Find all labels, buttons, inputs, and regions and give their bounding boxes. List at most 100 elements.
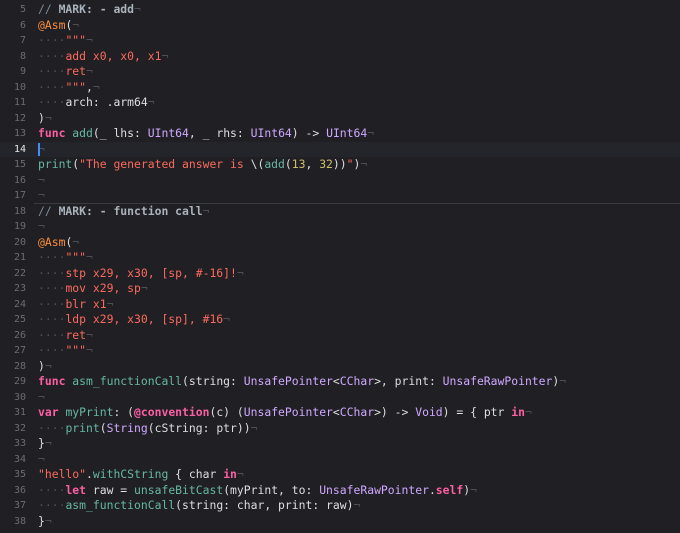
code-token: (_ lhs: bbox=[92, 126, 148, 140]
code-line-20[interactable]: 20 @Asm(¬ bbox=[0, 235, 680, 251]
code-line-15[interactable]: 15 print("The generated answer is \(add(1… bbox=[0, 157, 680, 173]
invisible-char: ···· bbox=[38, 79, 66, 94]
line-number: 14 bbox=[13, 143, 26, 155]
code-line-36[interactable]: 36 ····let raw = unsafeBitCast(myPrint, t… bbox=[0, 483, 680, 499]
code-line-26[interactable]: 26 ····ret¬ bbox=[0, 328, 680, 344]
number-literal: 13 bbox=[291, 157, 306, 171]
invisible-char: ···· bbox=[38, 482, 66, 497]
invisible-char: ¬ bbox=[147, 95, 155, 109]
code-line-35[interactable]: 35 "hello".withCString { char in¬ bbox=[0, 467, 680, 483]
code-line-7[interactable]: 7 ····"""¬ bbox=[0, 33, 680, 49]
mark-separator bbox=[34, 203, 680, 204]
code-token: ( bbox=[99, 420, 107, 435]
code-text: print("The generated answer is \(add(13,… bbox=[38, 157, 367, 173]
line-number: 5 bbox=[19, 4, 26, 15]
code-line-11[interactable]: 11 ····arch: .arm64¬ bbox=[0, 95, 680, 111]
mark-token: MARK: - function call bbox=[58, 203, 203, 218]
line-number: 29 bbox=[13, 376, 26, 387]
code-line-29[interactable]: 29 func asm_functionCall(string: UnsafePo… bbox=[0, 374, 680, 390]
code-line-9[interactable]: 9 ····ret¬ bbox=[0, 64, 680, 80]
line-number: 10 bbox=[13, 81, 26, 93]
invisible-char: ¬ bbox=[353, 498, 361, 512]
code-line-30[interactable]: 30 ¬ bbox=[0, 390, 680, 406]
type-token: CChar bbox=[339, 374, 375, 388]
invisible-char: ¬ bbox=[360, 157, 368, 171]
code-line-14[interactable]: 14 ¬ bbox=[0, 141, 680, 157]
identifier-token: print bbox=[38, 157, 73, 171]
code-line-32[interactable]: 32 ····print(String(cString: ptr))¬ bbox=[0, 421, 680, 437]
invisible-char: ¬ bbox=[86, 250, 93, 264]
comment-token: // bbox=[38, 2, 59, 16]
code-text: ····ldp x29, x30, [sp], #16¬ bbox=[38, 312, 230, 328]
line-number: 15 bbox=[13, 159, 26, 170]
code-line-5[interactable]: 5 // MARK: - add¬ bbox=[0, 2, 680, 18]
code-line-28[interactable]: 28)¬ bbox=[0, 359, 680, 375]
invisible-char: ¬ bbox=[86, 343, 93, 357]
invisible-char: ¬ bbox=[140, 281, 148, 295]
code-token: , bbox=[86, 79, 93, 94]
code-line-24[interactable]: 24 ····blr x1¬ bbox=[0, 297, 680, 313]
code-line-13[interactable]: 13 func add(_ lhs: UInt64, _ rhs: UInt64)… bbox=[0, 126, 680, 142]
invisible-char: ···· bbox=[38, 64, 66, 78]
invisible-char: ¬ bbox=[38, 389, 45, 404]
invisible-char: ¬ bbox=[38, 172, 45, 187]
code-line-18[interactable]: 18 // MARK: - function call¬ bbox=[0, 204, 680, 220]
code-token: )) bbox=[332, 157, 347, 171]
line-number: 26 bbox=[13, 329, 26, 341]
type-token: CChar bbox=[339, 405, 375, 419]
type-token: String bbox=[106, 420, 148, 435]
code-editor[interactable]: 5// MARK: - add¬ 6 @Asm(¬ 7 ····"""¬ 8 ····add… bbox=[0, 0, 680, 533]
invisible-char: ¬ bbox=[44, 436, 52, 450]
invisible-char: ¬ bbox=[134, 2, 141, 16]
code-token: raw = bbox=[86, 482, 135, 497]
line-number: 36 bbox=[13, 484, 26, 496]
invisible-char: ¬ bbox=[44, 513, 52, 528]
code-line-8[interactable]: 8 ····add x0, x0, x1¬ bbox=[0, 49, 680, 65]
code-line-12[interactable]: 12)¬ bbox=[0, 111, 680, 127]
code-text: }¬ bbox=[38, 514, 52, 530]
keyword-token: in bbox=[223, 467, 237, 481]
code-token: ) -> bbox=[291, 126, 327, 140]
code-text: ····"""¬ bbox=[38, 250, 93, 266]
code-token: (string: char, print: raw) bbox=[175, 498, 354, 512]
code-line-33[interactable]: 33}¬ bbox=[0, 436, 680, 452]
invisible-char: ···· bbox=[38, 265, 66, 280]
string-literal: ret bbox=[65, 64, 87, 78]
string-literal: blr x1 bbox=[65, 296, 107, 311]
code-line-23[interactable]: 23 ····mov x29, sp¬ bbox=[0, 281, 680, 297]
code-line-17[interactable]: 17 ¬ bbox=[0, 188, 680, 204]
code-text: ····arch: .arm64¬ bbox=[38, 95, 155, 111]
invisible-char: ¬ bbox=[92, 79, 100, 94]
code-line-10[interactable]: 10 ····""",¬ bbox=[0, 80, 680, 96]
invisible-char: ¬ bbox=[86, 64, 93, 78]
code-line-37[interactable]: 37 ····asm_functionCall(string: char, pri… bbox=[0, 498, 680, 514]
line-number: 7 bbox=[19, 35, 26, 46]
code-line-6[interactable]: 6 @Asm(¬ bbox=[0, 18, 680, 34]
code-text: ····mov x29, sp¬ bbox=[38, 281, 148, 297]
keyword-token: in bbox=[511, 405, 525, 419]
code-line-34[interactable]: 34 ¬ bbox=[0, 452, 680, 468]
invisible-char: ···· bbox=[38, 48, 66, 63]
identifier-token: asm_functionCall bbox=[65, 498, 176, 512]
code-token: , bbox=[305, 157, 320, 171]
code-text: ····ret¬ bbox=[38, 64, 93, 80]
identifier-token: print bbox=[65, 420, 100, 435]
code-line-27[interactable]: 27 ····"""¬ bbox=[0, 343, 680, 359]
code-line-25[interactable]: 25 ····ldp x29, x30, [sp], #16¬ bbox=[0, 312, 680, 328]
text-cursor bbox=[38, 142, 40, 156]
invisible-char: ···· bbox=[38, 312, 66, 326]
code-text: )¬ bbox=[38, 359, 52, 375]
code-token: { char bbox=[168, 467, 224, 481]
identifier-token: withCString bbox=[92, 467, 169, 481]
code-line-38[interactable]: 38}¬ bbox=[0, 514, 680, 530]
code-line-16[interactable]: 16 ¬ bbox=[0, 173, 680, 189]
code-line-22[interactable]: 22 ····stp x29, x30, [sp, #-16]!¬ bbox=[0, 266, 680, 282]
code-token: } bbox=[38, 513, 45, 528]
code-text: var myPrint: (@convention(c) (UnsafePoin… bbox=[38, 405, 532, 421]
code-line-19[interactable]: 19 ¬ bbox=[0, 219, 680, 235]
invisible-char: ···· bbox=[38, 498, 66, 512]
code-token: ) bbox=[38, 110, 45, 125]
code-line-21[interactable]: 21 ····"""¬ bbox=[0, 250, 680, 266]
code-line-31[interactable]: 31 var myPrint: (@convention(c) (UnsafePo… bbox=[0, 405, 680, 421]
line-number: 16 bbox=[13, 174, 26, 186]
